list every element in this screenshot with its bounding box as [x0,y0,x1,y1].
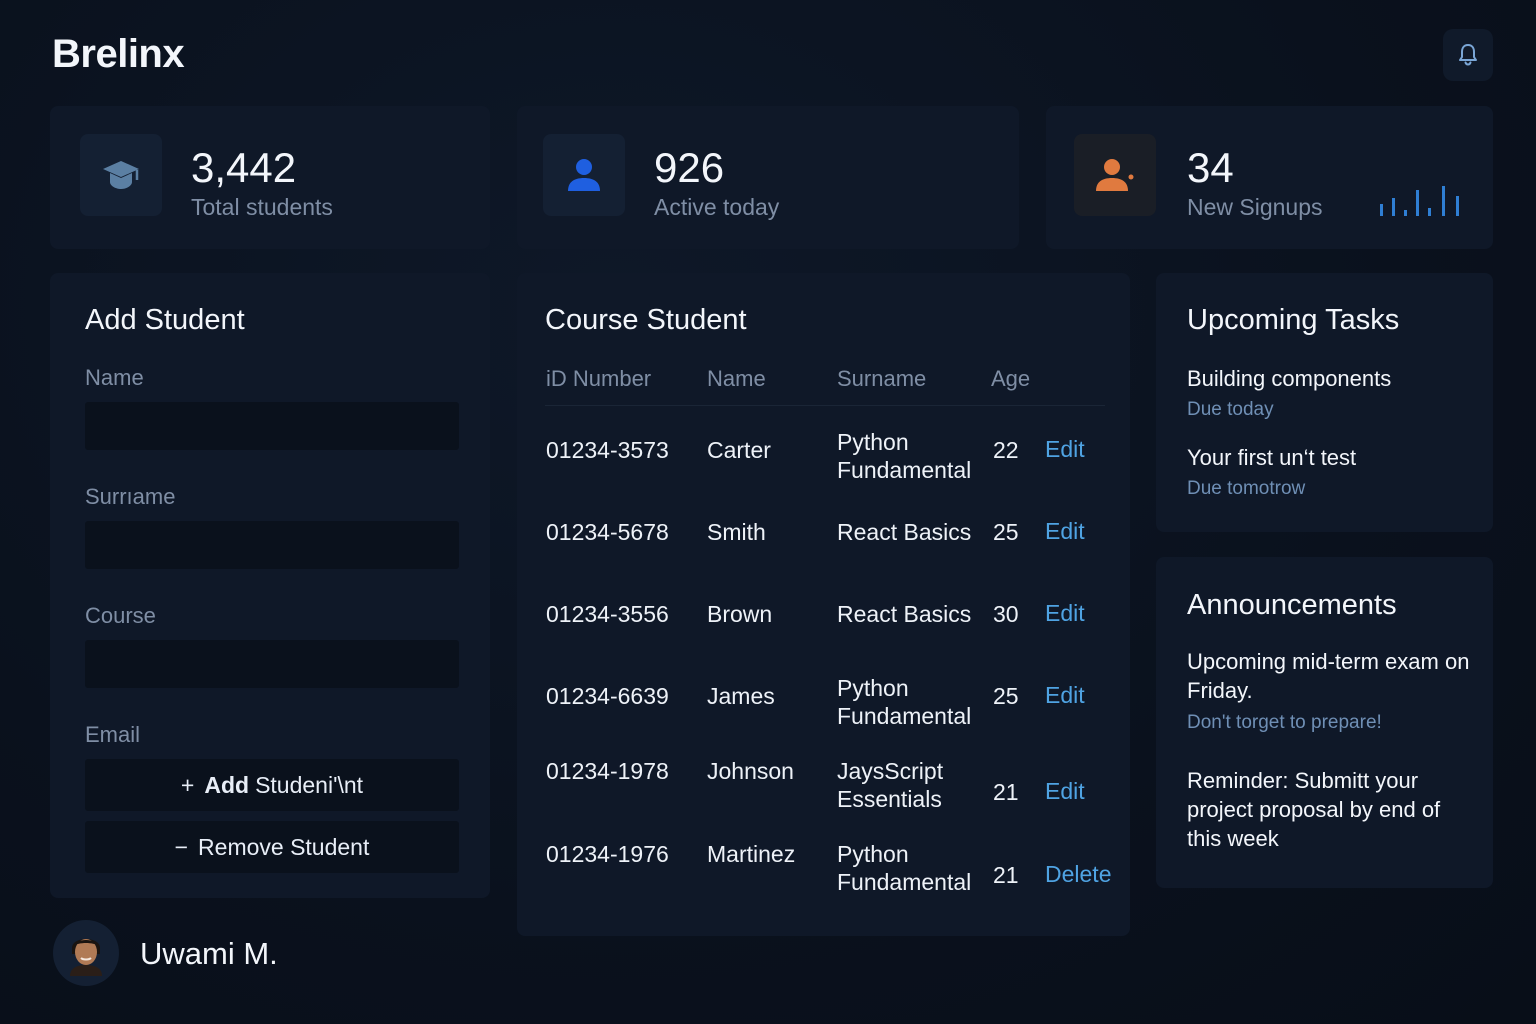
cell-course: Python Fundamental [837,675,972,729]
cell-name: James [707,683,775,709]
dashboard: Brelinx 3,442 Total students 926 Active … [0,0,1536,1024]
edit-link[interactable]: Edit [1045,600,1085,627]
course-label: Course [85,603,156,628]
table-divider [545,405,1105,406]
stat-value: 34 [1187,144,1234,191]
task-due: Due tomotrow [1187,478,1306,499]
task-title[interactable]: Building components [1187,366,1391,392]
cell-age: 25 [993,683,1019,709]
remove-button-label: Remove Student [198,833,370,860]
cell-course: Python Fundamental [837,841,972,895]
cell-course: React Basics [837,519,972,545]
bell-icon [1459,44,1477,66]
surname-label: Surrıame [85,484,176,509]
stat-card-total-students: 3,442 Total students [50,106,490,249]
cell-course: Python Fundamental [837,429,972,483]
cell-age: 21 [993,779,1019,805]
email-label: Email [85,722,141,747]
plus-icon: + [180,771,195,798]
column-header-name: Name [707,366,766,391]
cell-course: JaysScript Essentials [837,758,944,812]
avatar[interactable] [53,920,119,986]
cell-id: 01234-3573 [546,437,669,463]
announcement-text: Reminder: Submitt your project proposal … [1187,768,1441,851]
minus-icon: − [174,833,189,860]
announcement-text: Upcoming mid-term exam on Friday. [1187,649,1470,703]
cell-id: 01234-1976 [546,841,669,867]
brand-logo: Brelinx [52,32,185,76]
add-button-label: Studeni'\nt [255,771,364,798]
stat-card-active-today: 926 Active today [517,106,1019,249]
course-field[interactable] [85,640,459,688]
column-header-age: Age [991,366,1031,391]
edit-link[interactable]: Edit [1045,436,1085,463]
cell-name: Smith [707,519,766,545]
graduation-cap-icon [80,134,162,216]
delete-link[interactable]: Delete [1045,861,1111,888]
stat-label: New Signups [1187,194,1323,220]
user-avatar-icon [70,939,102,976]
cell-age: 21 [993,862,1019,888]
column-header-id: iD Number [546,366,652,391]
cell-age: 25 [993,519,1019,545]
add-student-title: Add Student [85,304,245,336]
cell-id: 01234-6639 [546,683,669,709]
surname-field[interactable] [85,521,459,569]
task-title[interactable]: Your first un‘t test [1187,445,1356,471]
announcements-title: Announcements [1187,589,1397,621]
cell-age: 30 [993,601,1019,627]
upcoming-tasks-title: Upcoming Tasks [1187,304,1400,336]
cell-id: 01234-1978 [546,758,669,784]
user-name: Uwami M. [140,936,278,971]
column-header-surname: Surname [837,366,927,391]
cell-id: 01234-5678 [546,519,669,545]
cell-name: Martinez [707,841,796,867]
stat-label: Active today [654,194,780,220]
edit-link[interactable]: Edit [1045,778,1085,805]
name-label: Name [85,365,144,390]
cell-course: React Basics [837,601,972,627]
announcement-subtext: Don't torget to prepare! [1187,712,1382,733]
cell-age: 22 [993,437,1019,463]
add-button-label-bold: Add [204,771,250,798]
signups-sparkline-icon [1380,186,1459,216]
remove-student-button[interactable]: − Remove Student [85,821,459,873]
task-due: Due today [1187,399,1274,420]
stat-card-new-signups: 34 New Signups [1046,106,1493,249]
edit-link[interactable]: Edit [1045,518,1085,545]
cell-name: Brown [707,601,773,627]
cell-name: Carter [707,437,771,463]
notifications-button[interactable] [1443,29,1493,81]
cell-id: 01234-3556 [546,601,669,627]
course-student-title: Course Student [545,304,747,336]
stat-label: Total students [191,194,333,220]
edit-link[interactable]: Edit [1045,682,1085,709]
user-plus-icon [1074,134,1156,216]
cell-name: Johnson [707,758,794,784]
add-student-button[interactable]: + Add Studeni'\nt [85,759,459,811]
stat-value: 3,442 [191,144,297,191]
name-field[interactable] [85,402,459,450]
stat-value: 926 [654,144,725,191]
user-icon [543,134,625,216]
